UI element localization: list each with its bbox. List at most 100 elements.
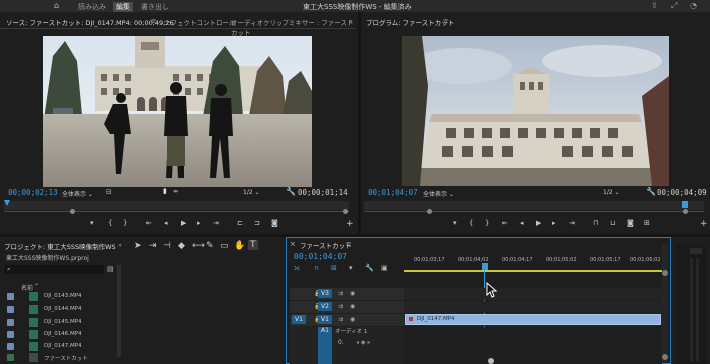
program-add-button-icon[interactable]: + (700, 219, 708, 229)
program-step-forward-icon[interactable]: ▸ (552, 219, 556, 227)
column-name-header[interactable]: 名前 (21, 283, 33, 292)
program-add-marker-icon[interactable]: ▾ (453, 219, 457, 227)
keyframe-nav-icon[interactable]: ◂ ◆ ▸ (356, 339, 370, 346)
label-color[interactable] (7, 306, 14, 313)
program-mark-in-icon[interactable]: { (469, 219, 473, 227)
sequence-tab[interactable]: ファーストカット (300, 240, 352, 250)
program-zoom-handle-left[interactable] (427, 209, 432, 214)
tab-export[interactable]: 書き出し (141, 2, 169, 12)
tab-edit[interactable]: 編集 (113, 2, 133, 12)
program-zoom-handle-right[interactable] (683, 209, 688, 214)
more-tabs-button[interactable]: » (349, 17, 353, 25)
eye-icon[interactable]: ◉ (350, 316, 355, 323)
timeline-settings-icon[interactable]: 🔧 (365, 264, 374, 272)
program-play-icon[interactable]: ▶ (536, 219, 541, 227)
zoom-handle-left[interactable] (70, 209, 75, 214)
play-icon[interactable]: ▶ (181, 219, 186, 227)
list-item[interactable]: ファーストカット (0, 353, 115, 364)
timeline-playhead-handle[interactable] (482, 263, 488, 270)
track-lane-v2[interactable] (404, 301, 662, 313)
project-search-input[interactable]: ⌕ (4, 265, 104, 274)
timeline-vertical-scrollbar[interactable] (662, 244, 668, 362)
overwrite-icon[interactable]: ⊐ (254, 219, 260, 227)
source-resolution-dropdown[interactable]: 1/2 ⌄ (243, 189, 260, 196)
lift-icon[interactable]: ⊓ (593, 219, 598, 227)
program-menu[interactable]: ≡ (443, 17, 448, 25)
go-to-out-icon[interactable]: ⇥ (213, 219, 219, 227)
track-header-v3[interactable]: 🔒 V3 ⇉ ◉ (290, 288, 404, 300)
type-tool-icon[interactable]: T (248, 240, 258, 250)
add-button-icon[interactable]: + (346, 219, 354, 229)
source-zoom-bar[interactable] (4, 211, 349, 212)
quick-export-icon[interactable]: ⇪ (651, 1, 658, 10)
track-header-v1[interactable]: V1 🔒 V1 ⇉ ◉ (290, 314, 404, 326)
scroll-handle-bottom[interactable] (662, 354, 668, 360)
program-zoom-dropdown[interactable]: 全体表示 ⌄ (423, 189, 454, 198)
home-icon[interactable]: ⌂ (54, 1, 59, 10)
label-color[interactable] (7, 319, 14, 326)
track-lane-v3[interactable] (404, 288, 662, 300)
track-header-v2[interactable]: 🔒 V2 ⇉ ◉ (290, 301, 404, 313)
settings-wrench-icon[interactable]: 🔧 (286, 187, 296, 196)
close-timeline-icon[interactable]: × (290, 240, 296, 248)
mark-in-icon[interactable]: { (108, 219, 112, 227)
track-lane-a1[interactable] (404, 327, 662, 364)
fit-icon[interactable]: ⊟ (106, 188, 112, 196)
audio-level-readout[interactable]: 0. (338, 339, 344, 346)
work-area-bar[interactable] (404, 270, 662, 272)
source-scrub-bar[interactable] (4, 201, 349, 210)
rectangle-tool-icon[interactable]: ▭ (220, 241, 229, 251)
new-bin-icon[interactable]: ▤ (107, 265, 114, 273)
zoom-handle-right[interactable] (343, 209, 348, 214)
program-current-timecode[interactable]: 00;01;04;07 (368, 188, 418, 197)
add-marker-icon[interactable]: ▾ (90, 219, 94, 227)
program-zoom-bar[interactable] (364, 211, 704, 212)
tab-import[interactable]: 読み込み (78, 2, 106, 12)
sort-ascending-icon[interactable]: ⌃ (34, 283, 39, 290)
program-settings-wrench-icon[interactable]: 🔧 (646, 187, 656, 196)
program-go-to-in-icon[interactable]: ⇤ (502, 219, 508, 227)
nest-toggle-icon[interactable]: ⟗ (294, 264, 300, 273)
tab-effect-controls[interactable]: エフェクトコントロール (164, 17, 236, 27)
track-select-tool-icon[interactable]: ⇥ (149, 241, 157, 251)
list-item[interactable]: DJI_0144.MP4 (0, 305, 115, 316)
track-header-a1[interactable]: A1 オーディオ 1 0. ◂ ◆ ▸ (290, 327, 404, 364)
extract-icon[interactable]: ⊔ (610, 219, 615, 227)
maximize-icon[interactable]: ⤢ (671, 1, 677, 11)
razor-tool-icon[interactable]: ◆ (178, 241, 185, 251)
eye-icon[interactable]: ◉ (350, 290, 355, 297)
label-color[interactable] (7, 343, 14, 350)
step-forward-icon[interactable]: ▸ (197, 219, 201, 227)
notifications-icon[interactable]: ◔ (690, 1, 697, 10)
program-video[interactable] (402, 36, 669, 186)
sequence-menu[interactable]: ≡ (346, 240, 351, 248)
label-color[interactable] (7, 331, 14, 338)
timeline-timecode[interactable]: 00;01;04;07 (294, 252, 347, 261)
project-tab[interactable]: プロジェクト: 東工大SSS映像制作WS (4, 241, 116, 251)
program-export-frame-icon[interactable]: ◙ (627, 219, 634, 227)
tab-source-menu[interactable]: ≡ (151, 17, 156, 25)
program-mark-out-icon[interactable]: } (485, 219, 489, 227)
timeline-zoom-handle[interactable] (488, 358, 494, 364)
source-video[interactable] (43, 36, 312, 187)
label-color[interactable] (7, 293, 14, 300)
source-zoom-dropdown[interactable]: 全体表示 ⌄ (62, 189, 93, 198)
program-scrub-bar[interactable] (364, 201, 704, 210)
export-frame-icon[interactable]: ◙ (271, 219, 278, 227)
time-ruler[interactable]: 00;01;03;17 00;01;04;02 00;01;04;17 00;0… (404, 252, 662, 270)
in-point-marker-icon[interactable]: ▮ (163, 187, 167, 195)
go-to-in-icon[interactable]: ⇤ (146, 219, 152, 227)
captions-icon[interactable]: ▣ (381, 264, 388, 272)
source-current-timecode[interactable]: 00;00;02;13 (8, 188, 58, 197)
selection-tool-icon[interactable]: ➤ (134, 241, 142, 251)
list-item[interactable]: DJI_0146.MP4 (0, 330, 115, 341)
project-scrollbar[interactable] (117, 265, 121, 357)
sync-lock-icon[interactable]: ⇉ (338, 303, 343, 310)
add-marker-timeline-icon[interactable]: ▾ (349, 264, 353, 272)
list-item[interactable]: DJI_0143.MP4 (0, 292, 115, 303)
step-back-icon[interactable]: ◂ (164, 219, 168, 227)
label-color[interactable] (7, 354, 14, 361)
slip-tool-icon[interactable]: ⟷ (192, 241, 205, 251)
program-playhead[interactable] (682, 201, 688, 208)
mark-out-icon[interactable]: } (123, 219, 127, 227)
